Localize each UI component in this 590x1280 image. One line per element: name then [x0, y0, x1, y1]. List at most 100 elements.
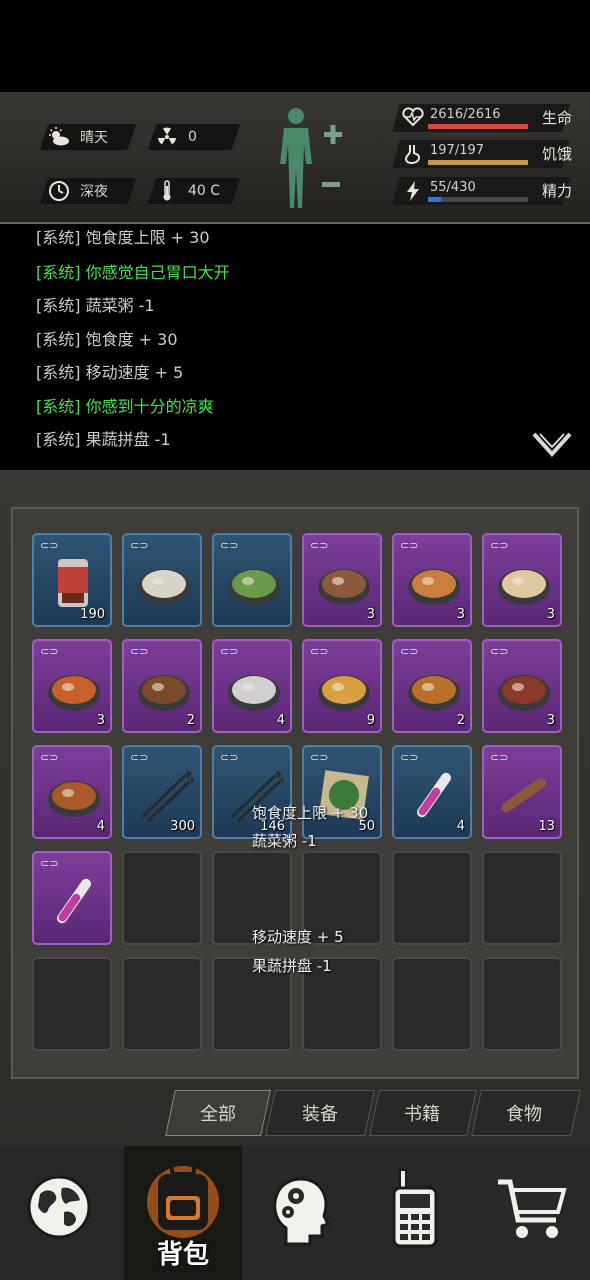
item-count: 4	[456, 819, 465, 834]
body-status-figure[interactable]	[274, 104, 348, 214]
tab-all-label: 全部	[200, 1104, 236, 1125]
heart-icon	[402, 107, 424, 129]
inventory-slot[interactable]: ⊂⊃ 50	[302, 745, 382, 839]
braised-meat-icon	[404, 659, 464, 719]
empty-slot[interactable]	[392, 851, 472, 945]
inventory-slot[interactable]: ⊂⊃ 4	[392, 745, 472, 839]
thermometer-icon	[156, 180, 178, 202]
link-icon: ⊂⊃	[130, 645, 149, 658]
hunger-bar: 197/197 饥饿	[392, 140, 576, 170]
nav-shop[interactable]	[472, 1146, 590, 1280]
globe-icon	[27, 1175, 91, 1239]
tab-food-label: 食物	[506, 1104, 542, 1125]
log-line: [系统] 你感觉自己胃口大开	[36, 263, 230, 282]
inventory-slot[interactable]: ⊂⊃ 3	[392, 533, 472, 627]
inventory-slot[interactable]: ⊂⊃ 3	[32, 639, 112, 733]
item-count: 3	[96, 713, 105, 728]
link-icon: ⊂⊃	[400, 645, 419, 658]
radiation-value: 0	[188, 129, 197, 145]
link-icon: ⊂⊃	[490, 751, 509, 764]
health-bar: 2616/2616 生命	[392, 104, 576, 134]
porridge-bowl-icon	[134, 553, 194, 613]
nav-map[interactable]	[0, 1146, 118, 1280]
inventory-slot[interactable]: ⊂⊃	[32, 851, 112, 945]
link-icon: ⊂⊃	[130, 539, 149, 552]
link-icon: ⊂⊃	[40, 539, 59, 552]
energy-value: 55/430	[430, 180, 476, 195]
meatball-plate-icon	[494, 659, 554, 719]
salad-platter-icon	[224, 553, 284, 613]
inventory-slot[interactable]: ⊂⊃ 3	[482, 533, 562, 627]
link-icon: ⊂⊃	[490, 539, 509, 552]
inventory-slot[interactable]: ⊂⊃ 13	[482, 745, 562, 839]
log-line: [系统] 果蔬拼盘 -1	[36, 430, 171, 449]
hunger-fill	[428, 160, 528, 165]
floating-effect-text: 果蔬拼盘 -1	[252, 957, 332, 975]
weather-value: 晴天	[80, 130, 108, 146]
link-icon: ⊂⊃	[400, 751, 419, 764]
item-count: 300	[170, 819, 195, 834]
inventory-slot[interactable]: ⊂⊃ 2	[122, 639, 202, 733]
link-icon: ⊂⊃	[40, 645, 59, 658]
shrimp-soup-icon	[494, 553, 554, 613]
weather-sun-cloud-icon	[48, 126, 70, 148]
empty-slot[interactable]	[32, 957, 112, 1051]
link-icon: ⊂⊃	[310, 645, 329, 658]
canned-food-icon	[44, 553, 104, 613]
log-line: [系统] 饱食度 + 30	[36, 330, 178, 349]
arrows-icon	[134, 765, 194, 825]
inventory-slot[interactable]: ⊂⊃ 2	[392, 639, 472, 733]
inventory-slot[interactable]: ⊂⊃ 190	[32, 533, 112, 627]
clock-icon	[48, 180, 70, 202]
item-count: 2	[456, 713, 465, 728]
link-icon: ⊂⊃	[220, 539, 239, 552]
inventory-slot[interactable]: ⊂⊃ 146	[212, 745, 292, 839]
item-count: 9	[366, 713, 375, 728]
floating-effect-text: 蔬菜粥 -1	[252, 832, 317, 850]
floating-effect-text: 饱食度上限 + 30	[252, 804, 369, 822]
top-bar	[0, 0, 590, 92]
link-icon: ⊂⊃	[40, 857, 59, 870]
item-count: 2	[186, 713, 195, 728]
item-count: 4	[96, 819, 105, 834]
tab-books-label: 书籍	[404, 1104, 440, 1125]
walkie-talkie-icon	[392, 1169, 438, 1248]
empty-slot[interactable]	[122, 851, 202, 945]
empty-slot[interactable]	[122, 957, 202, 1051]
energy-bar: 55/430 精力	[392, 177, 576, 207]
seafood-pot-icon	[404, 553, 464, 613]
lightning-icon	[402, 180, 424, 202]
log-line: [系统] 你感到十分的凉爽	[36, 397, 214, 416]
inventory-slot[interactable]: ⊂⊃ 300	[122, 745, 202, 839]
fish-dish-icon	[314, 553, 374, 613]
inventory-slot[interactable]: ⊂⊃ 4	[32, 745, 112, 839]
inventory-slot[interactable]: ⊂⊃	[212, 533, 292, 627]
empty-slot[interactable]	[482, 851, 562, 945]
chevron-down-icon[interactable]	[532, 432, 572, 462]
empty-slot[interactable]	[392, 957, 472, 1051]
potion-tube-icon	[44, 871, 104, 931]
nav-radio[interactable]	[356, 1146, 474, 1280]
inventory-slot[interactable]: ⊂⊃	[122, 533, 202, 627]
nav-backpack[interactable]: 背包	[124, 1146, 242, 1280]
temperature-value: 40 C	[188, 183, 221, 199]
crab-dish-icon	[44, 659, 104, 719]
hotpot-icon	[44, 765, 104, 825]
inventory-slot[interactable]: ⊂⊃ 3	[482, 639, 562, 733]
inventory-slot[interactable]: ⊂⊃ 3	[302, 533, 382, 627]
stew-pot-icon	[134, 659, 194, 719]
item-count: 4	[276, 713, 285, 728]
item-count: 3	[456, 607, 465, 622]
log-line: [系统] 移动速度 + 5	[36, 363, 184, 382]
inventory-slot[interactable]: ⊂⊃ 4	[212, 639, 292, 733]
time-of-day-value: 深夜	[80, 184, 108, 200]
floating-effect-text: 移动速度 + 5	[252, 928, 344, 946]
hunger-value: 197/197	[430, 143, 485, 158]
inventory-slot[interactable]: ⊂⊃ 9	[302, 639, 382, 733]
head-gears-icon	[273, 1177, 331, 1246]
nav-skills[interactable]	[240, 1146, 358, 1280]
health-label: 生命	[542, 109, 573, 127]
empty-slot[interactable]	[482, 957, 562, 1051]
cart-icon	[498, 1179, 567, 1238]
link-icon: ⊂⊃	[130, 751, 149, 764]
